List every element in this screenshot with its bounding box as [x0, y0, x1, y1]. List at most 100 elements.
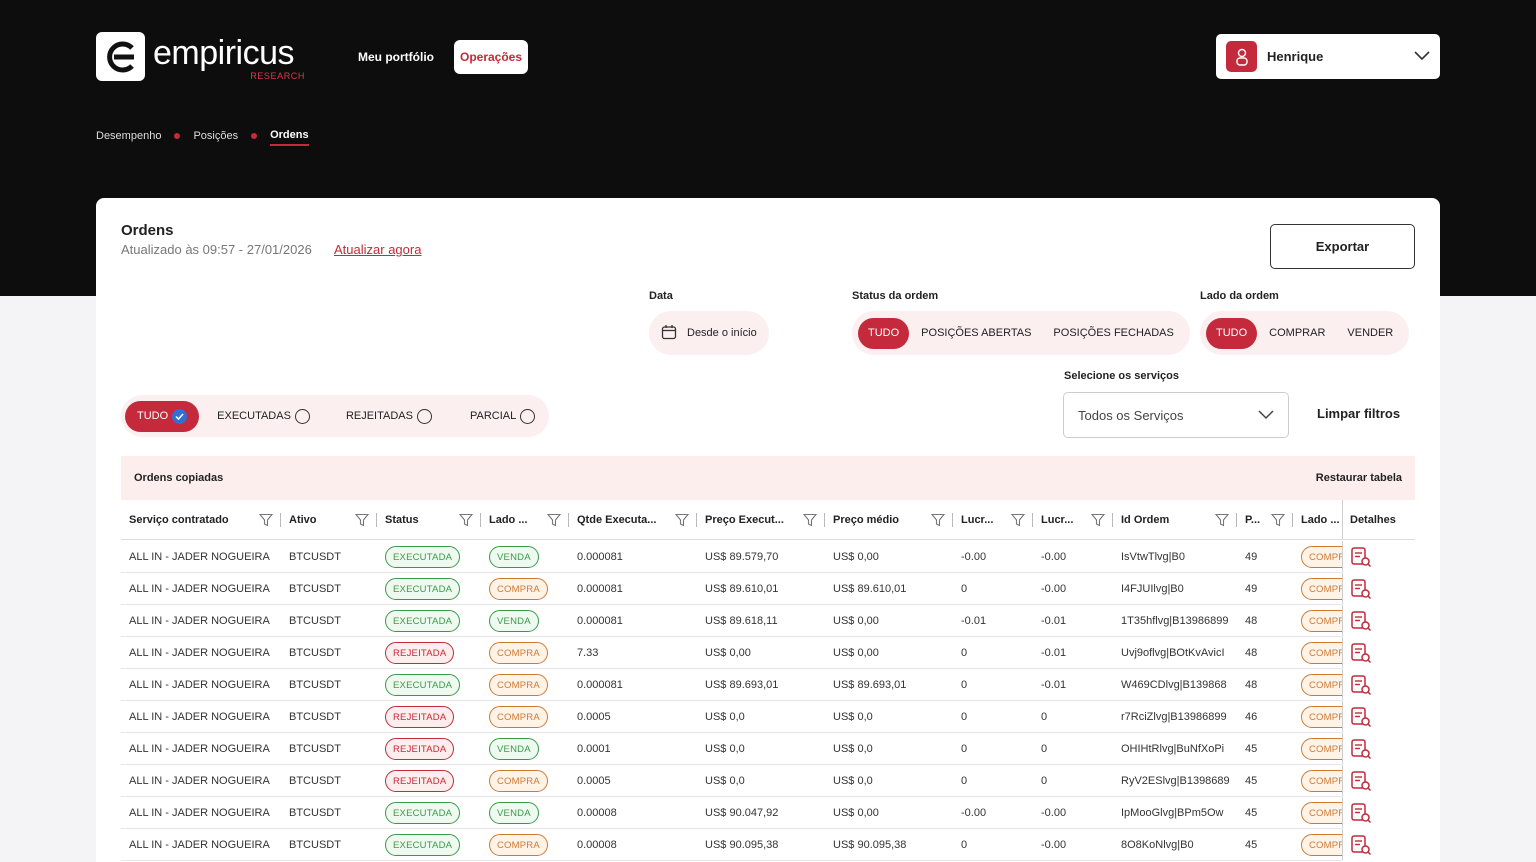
cell-qtde: 0.000081	[577, 615, 623, 627]
column-header-p[interactable]: P...	[1237, 500, 1293, 540]
breadcrumb-posicoes[interactable]: Posições	[193, 130, 238, 142]
cell-lucro-2: -0.01	[1041, 679, 1067, 691]
details-icon[interactable]	[1342, 573, 1415, 605]
exec-option-executadas[interactable]: EXECUTADAS	[207, 401, 320, 432]
side-badge: COMPRA	[1301, 578, 1342, 600]
filter-icon[interactable]	[458, 513, 474, 530]
cell-servico: ALL IN - JADER NOGUEIRA	[129, 647, 270, 659]
filter-icon[interactable]	[1270, 513, 1286, 530]
cell-preco-medio: US$ 0,00	[833, 807, 879, 819]
cell-servico: ALL IN - JADER NOGUEIRA	[129, 743, 270, 755]
exec-option-tudo[interactable]: TUDO	[125, 400, 200, 432]
services-select[interactable]: Todos os Serviços	[1063, 392, 1289, 438]
column-header-qtde[interactable]: Qtde Executa...	[569, 500, 697, 540]
date-filter[interactable]: Desde o início	[649, 311, 769, 355]
details-icon[interactable]	[1342, 541, 1415, 573]
cell-preco-exec: US$ 90.095,38	[705, 839, 779, 851]
filter-icon[interactable]	[546, 513, 562, 530]
status-option-tudo[interactable]: TUDO	[858, 317, 910, 349]
filter-icon[interactable]	[802, 513, 818, 530]
cell-preco-medio: US$ 89.693,01	[833, 679, 907, 691]
table-row[interactable]: ALL IN - JADER NOGUEIRA BTCUSDT EXECUTADA C…	[121, 573, 1415, 605]
details-icon[interactable]	[1342, 765, 1415, 797]
column-header-lado[interactable]: Lado ...	[481, 500, 569, 540]
exec-option-parcial[interactable]: PARCIAL	[460, 401, 545, 432]
details-icon[interactable]	[1342, 733, 1415, 765]
side-badge: COMPRA	[1301, 642, 1342, 664]
clear-filters-button[interactable]: Limpar filtros	[1317, 406, 1400, 421]
details-icon[interactable]	[1342, 797, 1415, 829]
cell-qtde: 0.00008	[577, 839, 617, 851]
cell-p: 45	[1245, 807, 1258, 819]
column-header-lado-2[interactable]: Lado ...	[1293, 500, 1342, 540]
cell-qtde: 0.0005	[577, 711, 611, 723]
table-row[interactable]: ALL IN - JADER NOGUEIRA BTCUSDT EXECUTADA V…	[121, 541, 1415, 573]
side-badge: COMPRA	[489, 834, 548, 856]
side-badge: COMPRA	[1301, 802, 1342, 824]
filter-icon[interactable]	[1214, 513, 1230, 530]
details-icon[interactable]	[1342, 605, 1415, 637]
table-row[interactable]: ALL IN - JADER NOGUEIRA BTCUSDT EXECUTADA V…	[121, 605, 1415, 637]
nav-meu-portfolio[interactable]: Meu portfólio	[358, 50, 434, 64]
cell-servico: ALL IN - JADER NOGUEIRA	[129, 839, 270, 851]
column-header-lucro-2[interactable]: Lucr...	[1033, 500, 1113, 540]
cell-ativo: BTCUSDT	[289, 583, 341, 595]
details-icon[interactable]	[1342, 637, 1415, 669]
date-filter-value: Desde o início	[687, 327, 757, 339]
cell-id-ordem: r7RciZlvg|B13986899	[1121, 711, 1227, 723]
column-header-ativo[interactable]: Ativo	[281, 500, 377, 540]
filter-icon[interactable]	[930, 513, 946, 530]
table-row[interactable]: ALL IN - JADER NOGUEIRA BTCUSDT EXECUTADA C…	[121, 669, 1415, 701]
table-row[interactable]: ALL IN - JADER NOGUEIRA BTCUSDT REJEITADA C…	[121, 765, 1415, 797]
breadcrumb-ordens[interactable]: Ordens	[270, 129, 309, 146]
side-badge: COMPRA	[1301, 546, 1342, 568]
filter-icon[interactable]	[354, 513, 370, 530]
cell-status: EXECUTADA	[377, 669, 481, 701]
filter-icon[interactable]	[1090, 513, 1106, 530]
table-row[interactable]: ALL IN - JADER NOGUEIRA BTCUSDT REJEITADA C…	[121, 701, 1415, 733]
update-now-link[interactable]: Atualizar agora	[334, 242, 421, 257]
services-select-value: Todos os Serviços	[1078, 407, 1184, 423]
filter-icon[interactable]	[258, 513, 274, 530]
cell-preco-exec: US$ 0,0	[705, 711, 745, 723]
side-option-comprar[interactable]: COMPRAR	[1259, 318, 1335, 349]
cell-id-ordem: W469CDlvg|B139868	[1121, 679, 1227, 691]
cell-lucro-2: -0.01	[1041, 615, 1067, 627]
chevron-down-icon	[1414, 48, 1430, 66]
details-icon[interactable]	[1342, 669, 1415, 701]
cell-p: 48	[1245, 647, 1258, 659]
status-filter-label: Status da ordem	[852, 290, 939, 302]
cell-servico: ALL IN - JADER NOGUEIRA	[129, 679, 270, 691]
status-option-abertas[interactable]: POSIÇÕES ABERTAS	[911, 318, 1041, 349]
column-header-preco-exec[interactable]: Preço Execut...	[697, 500, 825, 540]
cell-ativo: BTCUSDT	[289, 743, 341, 755]
restore-table-button[interactable]: Restaurar tabela	[1316, 472, 1402, 484]
side-option-vender[interactable]: VENDER	[1337, 318, 1403, 349]
status-option-fechadas[interactable]: POSIÇÕES FECHADAS	[1043, 318, 1183, 349]
details-icon[interactable]	[1342, 829, 1415, 861]
nav-operacoes[interactable]: Operações	[453, 40, 529, 74]
side-badge: COMPRA	[1301, 834, 1342, 856]
table-header: Serviço contratado Ativo Status Lado ... Qtd…	[121, 500, 1415, 540]
table-row[interactable]: ALL IN - JADER NOGUEIRA BTCUSDT REJEITADA V…	[121, 733, 1415, 765]
user-menu[interactable]: Henrique	[1216, 34, 1440, 79]
table-row[interactable]: ALL IN - JADER NOGUEIRA BTCUSDT EXECUTADA C…	[121, 829, 1415, 861]
column-header-servico[interactable]: Serviço contratado	[121, 500, 281, 540]
export-button[interactable]: Exportar	[1270, 224, 1415, 269]
side-option-tudo[interactable]: TUDO	[1206, 317, 1258, 349]
filter-icon[interactable]	[1010, 513, 1026, 530]
table-row[interactable]: ALL IN - JADER NOGUEIRA BTCUSDT REJEITADA C…	[121, 637, 1415, 669]
breadcrumb-desempenho[interactable]: Desempenho	[96, 130, 161, 142]
column-header-preco-medio[interactable]: Preço médio	[825, 500, 953, 540]
details-icon[interactable]	[1342, 701, 1415, 733]
column-header-id-ordem[interactable]: Id Ordem	[1113, 500, 1237, 540]
exec-option-rejeitadas[interactable]: REJEITADAS	[336, 401, 442, 432]
cell-p: 49	[1245, 551, 1258, 563]
filter-icon[interactable]	[674, 513, 690, 530]
column-header-lucro-1[interactable]: Lucr...	[953, 500, 1033, 540]
side-badge: COMPRA	[1301, 706, 1342, 728]
column-header-detalhes[interactable]: Detalhes	[1342, 500, 1415, 540]
table-row[interactable]: ALL IN - JADER NOGUEIRA BTCUSDT EXECUTADA V…	[121, 797, 1415, 829]
column-header-status[interactable]: Status	[377, 500, 481, 540]
radio-circle-icon	[416, 408, 432, 424]
